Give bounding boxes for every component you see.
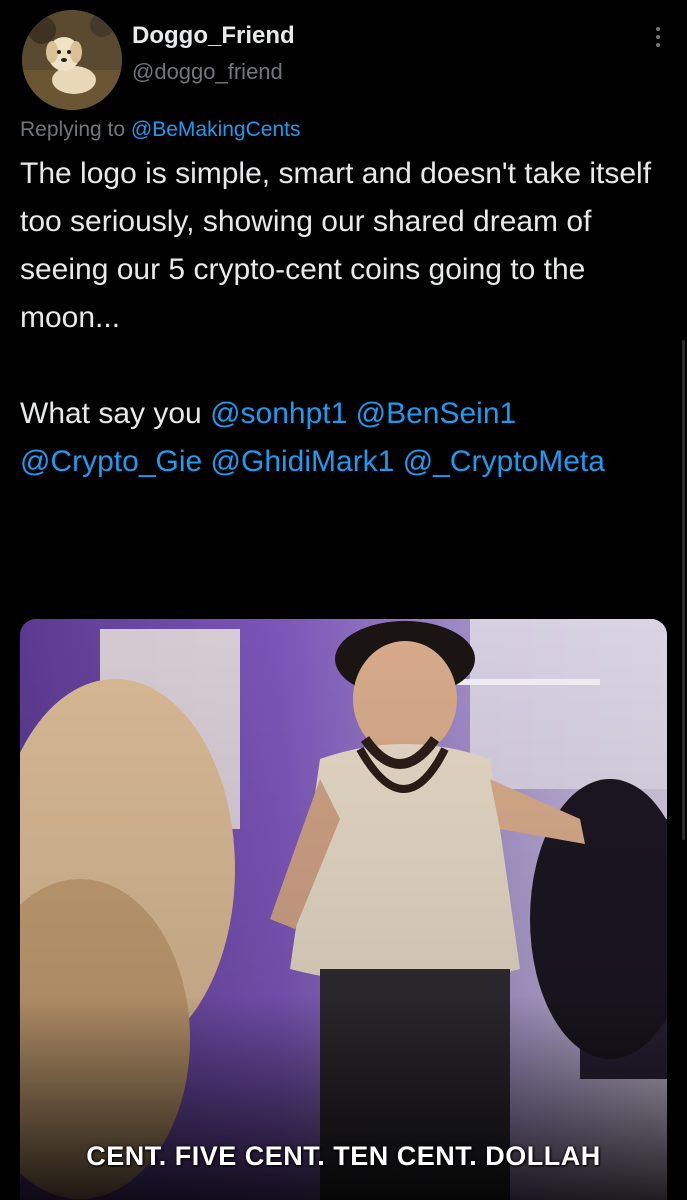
author-handle[interactable]: @doggo_friend [132,56,295,88]
avatar[interactable] [22,10,122,110]
gif-caption: CENT. FIVE CENT. TEN CENT. DOLLAH [86,1141,601,1171]
mention-link[interactable]: @sonhpt1 [210,397,347,430]
tweet-text: The logo is simple, smart and doesn't ta… [20,150,670,486]
mention-link[interactable]: @GhidiMark1 [211,445,395,478]
mention-link[interactable]: @Crypto_Gie [20,445,202,478]
gif-frame-image [20,619,667,1200]
tweet-header: Doggo_Friend @doggo_friend [20,8,670,110]
replying-to: Replying to @BeMakingCents [20,118,300,142]
mention-link[interactable]: @_CryptoMeta [403,445,605,478]
scrollbar[interactable] [682,340,685,840]
tweet-question: What say you [20,397,202,430]
mention-link[interactable]: @BenSein1 [356,397,517,430]
replying-to-label: Replying to [20,118,126,141]
tweet-body: The logo is simple, smart and doesn't ta… [20,157,660,334]
tweet-media-gif[interactable]: CENT. FIVE CENT. TEN CENT. DOLLAH [20,619,667,1200]
reply-mention-link[interactable]: @BeMakingCents [131,118,301,141]
dog-avatar-icon [22,10,122,110]
more-options-icon[interactable] [646,22,670,52]
author-display-name[interactable]: Doggo_Friend [132,22,295,50]
